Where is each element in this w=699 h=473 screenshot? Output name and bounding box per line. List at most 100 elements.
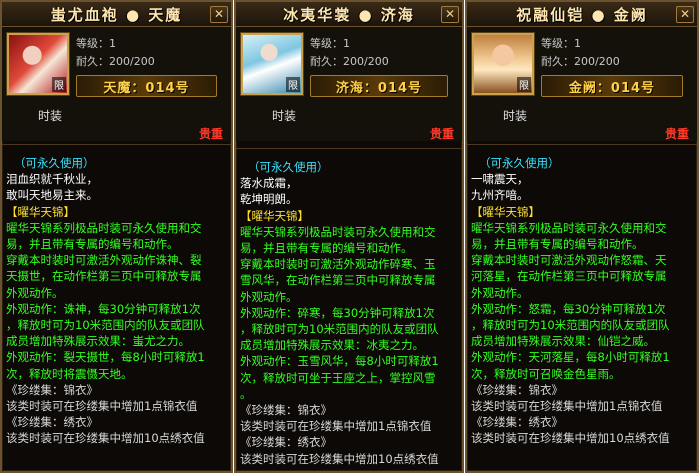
item-header: 限 等级：1 耐久：200/200 金阙：014号 时装 贵重 [467, 27, 697, 141]
description-line: 穿戴本时装时可激活外观动作碎寒、玉 [240, 257, 436, 272]
limited-tag: 限 [286, 77, 300, 92]
description-line: 曜华天锦系列极品时装可永久使用和交 [471, 220, 667, 235]
close-icon: ✕ [444, 7, 456, 21]
description-line: 穿戴本时装时可激活外观动作怒霜、天 [471, 253, 667, 268]
description-line: 外观动作：诛神，每30分钟可释放1次 [6, 301, 201, 316]
serial-nameplate: 天魔：014号 [76, 75, 217, 97]
poem-line: 泪血织就千秋业， [6, 172, 98, 187]
poem-line: 九州齐喑。 [471, 188, 529, 203]
description-line: 外观动作：碎寒，每30分钟可释放1次 [240, 305, 435, 320]
poem-line: 乾坤明朗。 [240, 192, 298, 207]
description-line: 成员增加特殊展示效果：蚩尤之力。 [6, 334, 190, 349]
item-rarity: 贵重 [429, 127, 454, 141]
close-button[interactable]: ✕ [676, 6, 694, 23]
serial-number: 济海：014号 [335, 80, 423, 96]
poem-line: 落水成霜， [240, 176, 298, 191]
description-line: 外观动作。 [240, 289, 298, 304]
description-line: 易，并且带有专属的编号和动作。 [471, 237, 644, 252]
collection-line: 该类时装可在珍缕集中增加10点绣衣值 [240, 451, 439, 466]
limited-tag: 限 [52, 77, 66, 92]
item-rarity: 贵重 [664, 127, 689, 141]
item-durability: 耐久：200/200 [310, 55, 389, 68]
collection-line: 《珍缕集：绣衣》 [240, 435, 332, 450]
item-header: 限 等级：1 耐久：200/200 济海：014号 时装 贵重 [236, 27, 462, 141]
collection-line: 《珍缕集：锦衣》 [471, 382, 563, 397]
item-tooltip-card: 祝融仙铠 ● 金阙 ✕ 限 等级：1 耐久：200/200 金阙：014号 时装… [465, 0, 699, 473]
item-tooltip-card: 冰夷华裳 ● 济海 ✕ 限 等级：1 耐久：200/200 济海：014号 时装… [234, 0, 464, 473]
poem-line: 敢叫天地易主来。 [6, 188, 98, 203]
tooltip-titlebar: 蚩尤血袍 ● 天魔 ✕ [2, 2, 231, 27]
collection-line: 该类时装可在珍缕集中增加1点锦衣值 [240, 419, 432, 434]
collection-line: 该类时装可在珍缕集中增加10点绣衣值 [471, 431, 670, 446]
tooltip-titlebar: 冰夷华裳 ● 济海 ✕ [236, 2, 462, 27]
collection-line: 该类时装可在珍缕集中增加10点绣衣值 [6, 431, 205, 446]
description-line: 雪风华，在动作栏第三页中可释放专属 [240, 273, 436, 288]
close-button[interactable]: ✕ [210, 6, 228, 23]
description-line: 天摄世，在动作栏第三页中可释放专属 [6, 269, 202, 284]
serial-number: 金阙：014号 [568, 80, 656, 96]
tooltip-titlebar: 祝融仙铠 ● 金阙 ✕ [467, 2, 697, 27]
close-icon: ✕ [679, 7, 691, 21]
serial-nameplate: 济海：014号 [310, 75, 448, 97]
item-tooltip-card: 蚩尤血袍 ● 天魔 ✕ 限 等级：1 耐久：200/200 天魔：014号 时装… [0, 0, 233, 473]
serial-number: 天魔：014号 [103, 80, 190, 96]
collection-line: 《珍缕集：绣衣》 [471, 415, 563, 430]
usage-text: （可永久使用） [14, 156, 95, 170]
set-name: 【曜华天锦】 [6, 204, 75, 219]
item-portrait: 限 [241, 33, 303, 95]
collection-line: 《珍缕集：锦衣》 [6, 382, 98, 397]
description-line: 次，释放时将震慑天地。 [6, 366, 133, 381]
close-icon: ✕ [213, 7, 225, 21]
limited-tag: 限 [517, 77, 531, 92]
description-line: 河落星，在动作栏第三页中可释放专属 [471, 269, 667, 284]
description-line: 外观动作：玉雪风华，每8小时可释放1 [240, 354, 439, 369]
description-line: 外观动作：天河落星，每8小时可释放1 [471, 350, 670, 365]
collection-line: 该类时装可在珍缕集中增加1点锦衣值 [471, 399, 663, 414]
item-header: 限 等级：1 耐久：200/200 天魔：014号 时装 贵重 [2, 27, 231, 141]
collection-line: 《珍缕集：绣衣》 [6, 415, 98, 430]
item-description: （可永久使用） 落水成霜， 乾坤明朗。 【曜华天锦】 曜华天锦系列极品时装可永久使用和交… [236, 148, 462, 471]
serial-nameplate: 金阙：014号 [541, 75, 683, 97]
description-line: ，释放时可为10米范围内的队友或团队 [471, 318, 670, 333]
item-slot: 时装 [38, 109, 63, 123]
item-rarity: 贵重 [198, 127, 223, 141]
collection-line: 该类时装可在珍缕集中增加1点锦衣值 [6, 399, 198, 414]
description-line: 。 [240, 386, 252, 401]
description-line: 外观动作。 [471, 285, 529, 300]
item-level: 等级：1 [76, 37, 116, 50]
item-portrait: 限 [472, 33, 534, 95]
item-title: 祝融仙铠 ● 金阙 [516, 5, 648, 24]
poem-line: 一啸震天， [471, 172, 529, 187]
item-durability: 耐久：200/200 [541, 55, 620, 68]
item-slot: 时装 [503, 109, 528, 123]
collection-line: 《珍缕集：锦衣》 [240, 403, 332, 418]
description-line: 次，释放时可坐于王座之上，掌控风雪 [240, 370, 436, 385]
description-line: 易，并且带有专属的编号和动作。 [6, 237, 179, 252]
item-title: 冰夷华裳 ● 济海 [283, 5, 415, 24]
description-line: ，释放时可为10米范围内的队友或团队 [6, 318, 205, 333]
usage-text: （可永久使用） [479, 156, 560, 170]
item-durability: 耐久：200/200 [76, 55, 155, 68]
set-name: 【曜华天锦】 [471, 204, 540, 219]
item-level: 等级：1 [310, 37, 350, 50]
description-line: 成员增加特殊展示效果：冰夷之力。 [240, 338, 424, 353]
item-slot: 时装 [272, 109, 297, 123]
description-line: 易，并且带有专属的编号和动作。 [240, 241, 413, 256]
description-line: 穿戴本时装时可激活外观动作诛神、裂 [6, 253, 202, 268]
item-title: 蚩尤血袍 ● 天魔 [50, 5, 183, 24]
item-portrait: 限 [7, 33, 69, 95]
description-line: 次，释放时可召唤金色星雨。 [471, 366, 621, 381]
item-description: （可永久使用） 一啸震天， 九州齐喑。 【曜华天锦】 曜华天锦系列极品时装可永久使用和交… [467, 144, 697, 471]
description-line: 曜华天锦系列极品时装可永久使用和交 [240, 224, 436, 239]
item-description: （可永久使用） 泪血织就千秋业， 敢叫天地易主来。 【曜华天锦】 曜华天锦系列极品时装可… [2, 144, 231, 471]
description-line: 外观动作：裂天摄世，每8小时可释放1 [6, 350, 205, 365]
description-line: 曜华天锦系列极品时装可永久使用和交 [6, 220, 202, 235]
close-button[interactable]: ✕ [441, 6, 459, 23]
item-level: 等级：1 [541, 37, 581, 50]
description-line: 外观动作。 [6, 285, 64, 300]
usage-text: （可永久使用） [248, 160, 329, 174]
set-name: 【曜华天锦】 [240, 208, 309, 223]
description-line: ，释放时可为10米范围内的队友或团队 [240, 322, 439, 337]
description-line: 成员增加特殊展示效果：仙铠之威。 [471, 334, 655, 349]
description-line: 外观动作：怒霜，每30分钟可释放1次 [471, 301, 666, 316]
